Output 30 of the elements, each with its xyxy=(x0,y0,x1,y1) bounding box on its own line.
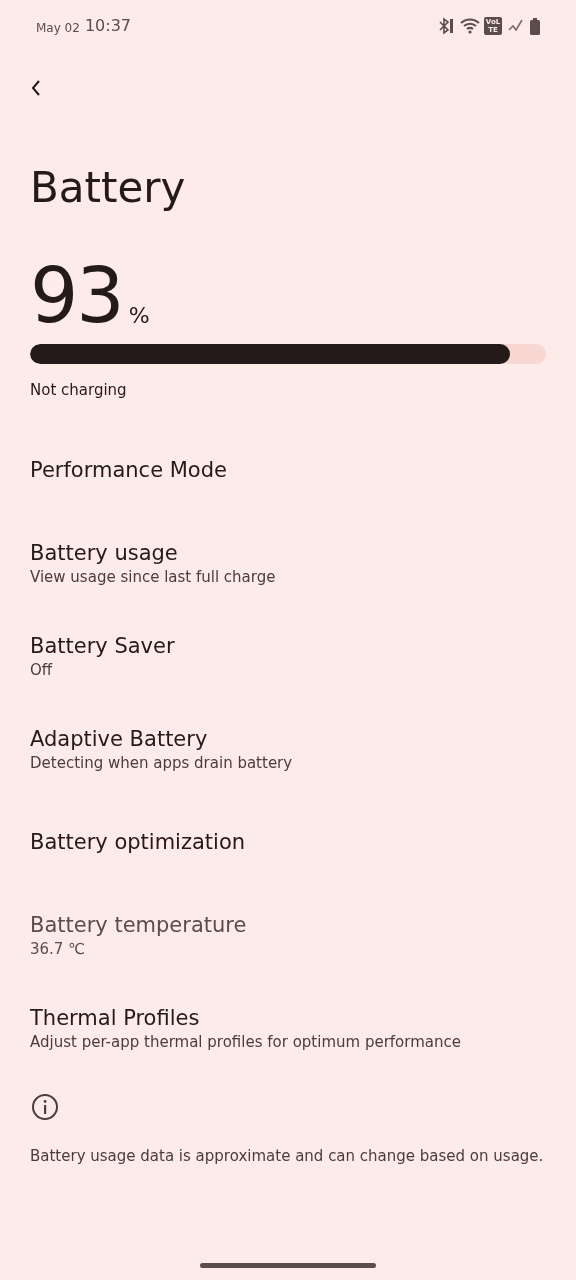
charging-status: Not charging xyxy=(30,380,128,401)
item-summary: 36.7 ℃ xyxy=(30,939,86,959)
settings-item[interactable]: Battery usage View usage since last full charge xyxy=(0,516,576,610)
settings-item[interactable]: Adaptive Battery Detecting when apps drain battery xyxy=(0,702,576,796)
battery-icon xyxy=(530,17,540,35)
settings-item[interactable]: Battery optimization xyxy=(0,795,576,889)
percent-sign: % xyxy=(128,302,150,330)
wifi-icon xyxy=(460,18,480,34)
back-icon xyxy=(30,79,42,97)
signal-icon xyxy=(508,19,524,33)
battery-percent: 93 xyxy=(30,258,123,334)
item-title: Battery optimization xyxy=(30,829,247,856)
settings-item[interactable]: Performance Mode xyxy=(0,423,576,517)
item-summary: Detecting when apps drain battery xyxy=(30,753,294,773)
status-date: May 02 xyxy=(36,19,80,37)
page-title: Battery xyxy=(30,162,187,214)
settings-item[interactable]: Thermal Profiles Adjust per-app thermal profiles for optimum performance xyxy=(0,981,576,1075)
item-summary: Off xyxy=(30,660,54,680)
settings-item[interactable]: Battery Saver Off xyxy=(0,609,576,703)
item-title: Adaptive Battery xyxy=(30,726,209,753)
item-title: Battery temperature xyxy=(30,912,248,939)
item-title: Thermal Profiles xyxy=(30,1005,201,1032)
item-summary: View usage since last full charge xyxy=(30,567,277,587)
item-title: Battery usage xyxy=(30,540,179,567)
item-summary: Adjust per-app thermal profiles for optimum performance xyxy=(30,1032,462,1052)
footer-note: Battery usage data is approximate and can change based on usage. xyxy=(30,1145,545,1167)
info-icon xyxy=(31,1092,59,1121)
status-time: 10:37 xyxy=(84,15,131,37)
item-title: Battery Saver xyxy=(30,633,176,660)
item-title: Performance Mode xyxy=(30,457,228,484)
